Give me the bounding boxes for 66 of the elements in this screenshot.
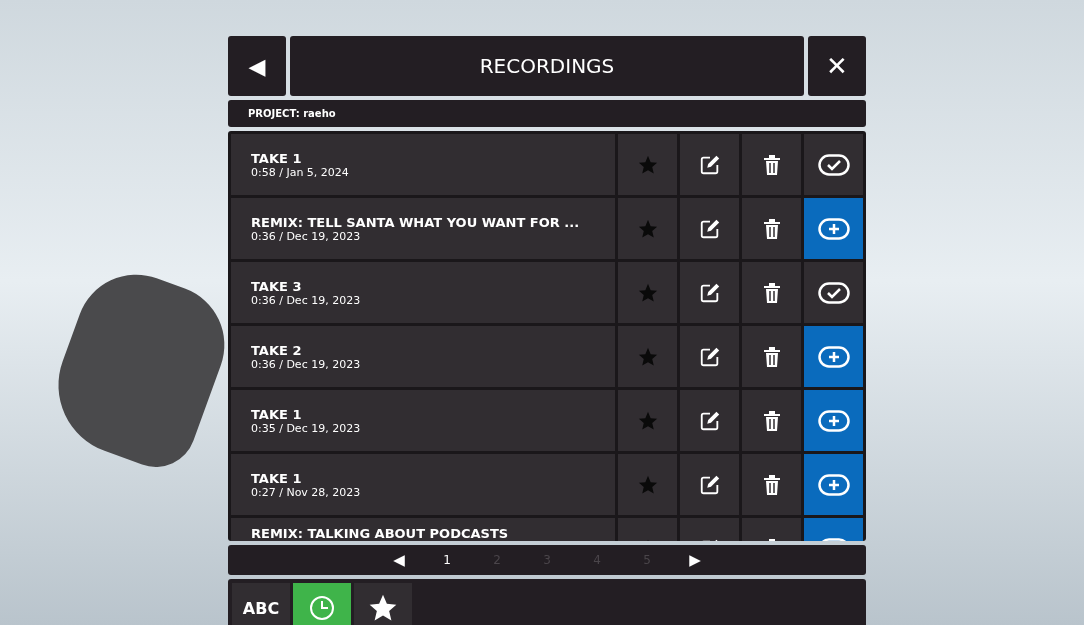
close-button[interactable]: ✕	[808, 36, 866, 96]
clock-icon	[309, 595, 335, 621]
add-button[interactable]	[804, 198, 863, 259]
page-button[interactable]: 1	[425, 552, 469, 568]
delete-button[interactable]	[742, 262, 801, 323]
recording-item[interactable]: TAKE 1 0:58 / Jan 5, 2024	[231, 134, 615, 195]
recording-item[interactable]: REMIX: TALKING ABOUT PODCASTS	[231, 518, 615, 541]
edit-button[interactable]	[680, 198, 739, 259]
recording-item[interactable]: TAKE 1 0:35 / Dec 19, 2023	[231, 390, 615, 451]
recording-item[interactable]: REMIX: TELL SANTA WHAT YOU WANT FOR ... 0:36 / Dec 19, 2023	[231, 198, 615, 259]
delete-button[interactable]	[742, 198, 801, 259]
delete-button[interactable]	[742, 326, 801, 387]
recording-title: REMIX: TELL SANTA WHAT YOU WANT FOR ...	[251, 214, 581, 230]
trash-icon	[761, 409, 782, 432]
recording-meta: 0:35 / Dec 19, 2023	[251, 421, 362, 435]
edit-icon	[698, 409, 721, 432]
edit-button[interactable]	[680, 262, 739, 323]
window-title: RECORDINGS	[290, 36, 804, 96]
recording-title: TAKE 1	[251, 150, 303, 166]
previous-page-button[interactable]: ◀	[379, 550, 419, 570]
trash-icon	[761, 345, 782, 368]
edit-icon	[698, 281, 721, 304]
sort-tab[interactable]	[354, 583, 412, 625]
add-button[interactable]	[804, 390, 863, 451]
back-button[interactable]: ◀	[228, 36, 286, 96]
add-button[interactable]	[804, 326, 863, 387]
edit-icon	[698, 217, 721, 240]
project-label: PROJECT: raeho	[228, 100, 866, 127]
recording-title: REMIX: TALKING ABOUT PODCASTS	[251, 526, 510, 541]
plus-icon	[817, 409, 850, 432]
sort-tab[interactable]: ABC	[232, 583, 290, 625]
recording-item[interactable]: TAKE 1 0:27 / Nov 28, 2023	[231, 454, 615, 515]
trash-icon	[761, 217, 782, 240]
edit-button[interactable]	[680, 134, 739, 195]
check-icon	[817, 281, 850, 304]
recording-meta: 0:36 / Dec 19, 2023	[251, 357, 362, 371]
trash-icon	[761, 281, 782, 304]
recording-title: TAKE 1	[251, 470, 303, 486]
recording-item[interactable]: TAKE 3 0:36 / Dec 19, 2023	[231, 262, 615, 323]
recording-meta: 0:27 / Nov 28, 2023	[251, 485, 362, 499]
recording-title: TAKE 3	[251, 278, 303, 294]
edit-button[interactable]	[680, 390, 739, 451]
check-button[interactable]	[804, 262, 863, 323]
edit-button[interactable]	[680, 454, 739, 515]
recording-title: TAKE 1	[251, 406, 303, 422]
edit-button[interactable]	[680, 326, 739, 387]
edit-icon	[698, 153, 721, 176]
delete-button[interactable]	[742, 134, 801, 195]
check-button[interactable]	[804, 134, 863, 195]
next-page-button[interactable]: ▶	[675, 550, 715, 570]
trash-icon	[761, 153, 782, 176]
trash-icon	[761, 473, 782, 496]
recording-meta: 0:58 / Jan 5, 2024	[251, 165, 350, 179]
recording-item[interactable]: TAKE 2 0:36 / Dec 19, 2023	[231, 326, 615, 387]
plus-icon	[817, 217, 850, 240]
delete-button[interactable]	[742, 454, 801, 515]
edit-icon	[698, 473, 721, 496]
add-button[interactable]	[804, 454, 863, 515]
check-icon	[817, 153, 850, 176]
recording-meta: 0:36 / Dec 19, 2023	[251, 229, 362, 243]
plus-icon	[817, 473, 850, 496]
edit-icon	[698, 345, 721, 368]
recording-meta: 0:36 / Dec 19, 2023	[251, 293, 362, 307]
plus-icon	[817, 345, 850, 368]
recording-title: TAKE 2	[251, 342, 303, 358]
delete-button[interactable]	[742, 390, 801, 451]
